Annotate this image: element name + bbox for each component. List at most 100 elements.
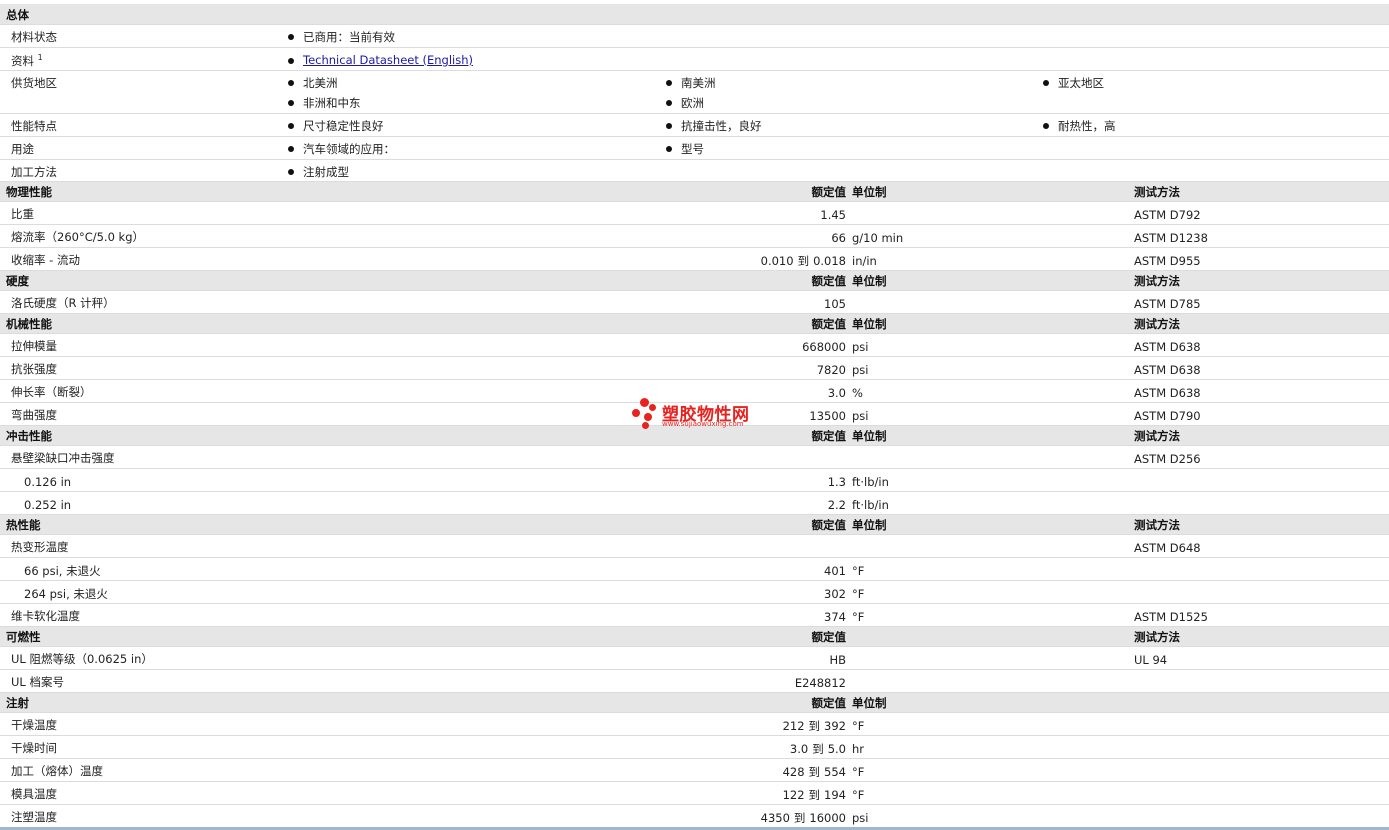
row-label: UL 档案号 (11, 675, 64, 689)
row-value-range: 428 到 554 (782, 765, 846, 779)
logo-dot (642, 422, 649, 429)
table-row: 0.252 in 2.2 ft·lb/in (0, 492, 1389, 515)
row-method: ASTM D790 (1134, 409, 1201, 423)
table-row: 悬壁梁缺口冲击强度 ASTM D256 (0, 446, 1389, 469)
row-unit: °F (852, 564, 865, 578)
section-hardness: 硬度 额定值 单位制 测试方法 (0, 271, 1389, 291)
section-thermal: 热性能 额定值 单位制 测试方法 (0, 515, 1389, 535)
row-value: 1.45 (820, 208, 846, 222)
datasheet-link[interactable]: Technical Datasheet (English) (303, 53, 473, 67)
status-value: 已商用：当前有效 (288, 29, 395, 45)
row-value: 3.0 (827, 386, 846, 400)
table-row: 0.126 in 1.3 ft·lb/in (0, 469, 1389, 492)
section-title: 注射 (6, 696, 29, 710)
row-label: 材料状态 (11, 30, 57, 44)
row-label: 加工方法 (11, 165, 57, 179)
use-item: 汽车领域的应用： (288, 141, 395, 157)
footnote-sup: 1 (37, 53, 43, 63)
region-item: 非洲和中东 (288, 95, 361, 111)
row-method: ASTM D638 (1134, 363, 1201, 377)
table-row: 模具温度 122 到 194 °F (0, 782, 1389, 805)
row-availability: 供货地区 北美洲 南美洲 亚太地区 非洲和中东 欧洲 (0, 71, 1389, 114)
row-method: ASTM D955 (1134, 254, 1201, 268)
header-method: 测试方法 (1134, 518, 1180, 532)
row-value: HB (829, 653, 846, 667)
feature-item: 耐热性，高 (1043, 118, 1116, 134)
header-value: 额定值 (811, 274, 847, 288)
row-sublabel: 0.252 in (24, 498, 72, 512)
row-unit: hr (852, 742, 865, 756)
row-uses: 用途 汽车领域的应用： 型号 (0, 137, 1389, 160)
row-value: 374 (824, 610, 846, 624)
feature-item: 尺寸稳定性良好 (288, 118, 384, 134)
watermark-url: www.sujiaowuxing.com (662, 420, 744, 428)
process-item: 注射成型 (288, 164, 349, 180)
row-label: 加工（熔体）温度 (11, 764, 103, 778)
row-unit: °F (852, 610, 865, 624)
row-label: 熔流率（260°C/5.0 kg） (11, 230, 145, 244)
header-value: 额定值 (811, 696, 847, 710)
row-label: 维卡软化温度 (11, 609, 80, 623)
table-row: UL 档案号 E248812 (0, 670, 1389, 693)
section-title: 机械性能 (6, 317, 52, 331)
row-value-range: 122 到 194 (782, 788, 846, 802)
row-label: 拉伸模量 (11, 339, 57, 353)
row-label: 干燥温度 (11, 718, 57, 732)
row-value-range: 212 到 392 (782, 719, 846, 733)
table-row: 洛氏硬度（R 计秤） 105 ASTM D785 (0, 291, 1389, 314)
section-title: 冲击性能 (6, 429, 52, 443)
row-unit: ft·lb/in (852, 475, 889, 489)
row-method: ASTM D638 (1134, 386, 1201, 400)
row-unit: °F (852, 719, 865, 733)
table-row: 收缩率 - 流动 0.010 到 0.018 in/in ASTM D955 (0, 248, 1389, 271)
row-label: 弯曲强度 (11, 408, 57, 422)
header-method: 测试方法 (1134, 274, 1180, 288)
region-item: 南美洲 (666, 75, 716, 91)
row-label: 热变形温度 (11, 540, 69, 554)
row-value: 2.2 (827, 498, 846, 512)
row-label: 比重 (11, 207, 34, 221)
row-method: UL 94 (1134, 653, 1168, 667)
header-unit: 单位制 (852, 185, 887, 199)
row-docs: 资料 1 Technical Datasheet (English) (0, 48, 1389, 71)
section-general: 总体 (0, 4, 1389, 25)
row-label: 性能特点 (11, 119, 57, 133)
row-label: 模具温度 (11, 787, 57, 801)
section-title: 热性能 (6, 518, 41, 532)
row-unit: psi (852, 409, 869, 423)
logo-dot (640, 398, 649, 407)
row-process: 加工方法 注射成型 (0, 160, 1389, 182)
row-method: ASTM D785 (1134, 297, 1201, 311)
section-title: 总体 (6, 8, 29, 22)
row-label: 注塑温度 (11, 810, 57, 824)
row-unit: °F (852, 765, 865, 779)
row-features: 性能特点 尺寸稳定性良好 抗撞击性，良好 耐热性，高 (0, 114, 1389, 137)
header-method: 测试方法 (1134, 185, 1180, 199)
table-row: 拉伸模量 668000 psi ASTM D638 (0, 334, 1389, 357)
row-method: ASTM D1238 (1134, 231, 1208, 245)
logo-dot (632, 409, 640, 417)
row-unit: in/in (852, 254, 877, 268)
header-unit: 单位制 (852, 696, 887, 710)
logo-dot (644, 413, 652, 421)
row-value: 105 (824, 297, 846, 311)
header-value: 额定值 (811, 185, 847, 199)
row-value: 401 (824, 564, 846, 578)
row-label: 悬壁梁缺口冲击强度 (11, 451, 115, 465)
row-label: UL 阻燃等级（0.0625 in） (11, 652, 153, 666)
row-value-range: 0.010 到 0.018 (760, 254, 846, 268)
row-label: 洛氏硬度（R 计秤） (11, 296, 115, 310)
row-sublabel: 264 psi, 未退火 (24, 587, 108, 601)
row-unit: ft·lb/in (852, 498, 889, 512)
table-row: 熔流率（260°C/5.0 kg） 66 g/10 min ASTM D1238 (0, 225, 1389, 248)
section-title: 可燃性 (6, 630, 41, 644)
header-value: 额定值 (811, 429, 847, 443)
table-row: 加工（熔体）温度 428 到 554 °F (0, 759, 1389, 782)
logo-dot (649, 404, 656, 411)
header-unit: 单位制 (852, 429, 887, 443)
row-method: ASTM D792 (1134, 208, 1201, 222)
row-sublabel: 66 psi, 未退火 (24, 564, 101, 578)
row-label: 用途 (11, 142, 34, 156)
header-method: 测试方法 (1134, 630, 1180, 644)
row-value: 302 (824, 587, 846, 601)
